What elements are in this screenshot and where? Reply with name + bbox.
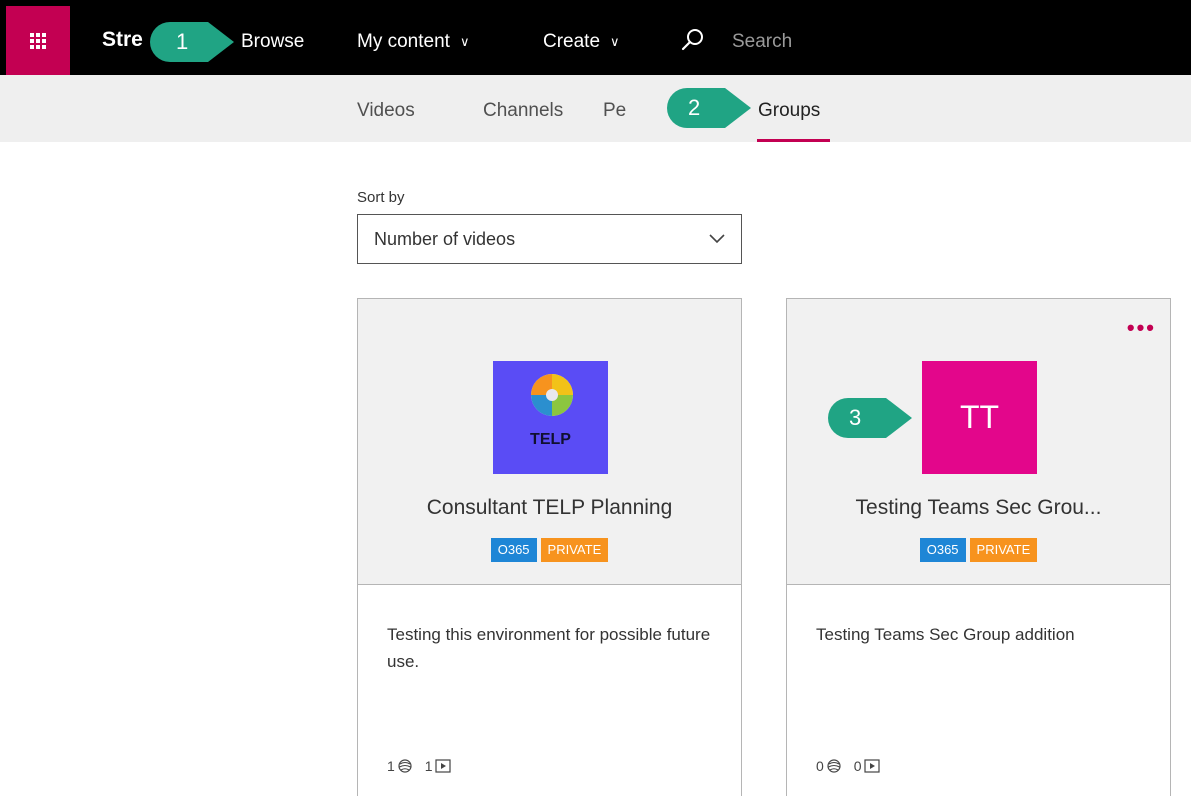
tab-groups[interactable]: Groups [758, 100, 820, 122]
group-badges: O365 PRIVATE [358, 538, 741, 562]
group-card-header: TELP Consultant TELP Planning O365 PRIVA… [358, 299, 741, 585]
chevron-down-icon: ∨ [459, 33, 470, 49]
group-badges: O365 PRIVATE [787, 538, 1170, 562]
callout-arrow-icon [828, 398, 912, 438]
callout-number: 2 [688, 95, 701, 120]
group-card-header: ••• TT Testing Teams Sec Grou... O365 PR… [787, 299, 1170, 585]
videos-stat: 0 [854, 758, 880, 774]
videos-count: 1 [424, 758, 433, 774]
channels-count: 0 [816, 758, 824, 774]
sub-navigation-bar [0, 75, 1191, 142]
o365-badge: O365 [919, 538, 966, 562]
videos-stat: 1 [425, 758, 451, 774]
chevron-down-icon [709, 234, 725, 244]
group-title[interactable]: Testing Teams Sec Grou... [787, 496, 1170, 520]
private-badge: PRIVATE [969, 538, 1038, 562]
channels-count: 1 [387, 758, 395, 774]
channels-stat: 0 [816, 758, 842, 774]
tab-people[interactable]: Pe [603, 100, 626, 122]
group-logo: TELP [493, 361, 608, 474]
tab-videos[interactable]: Videos [357, 100, 415, 122]
channels-icon [827, 759, 841, 773]
nav-create-label: Create [543, 31, 601, 52]
puzzle-globe-icon [531, 374, 573, 416]
group-title[interactable]: Consultant TELP Planning [358, 496, 741, 520]
nav-browse[interactable]: Browse [241, 31, 304, 53]
app-launcher-button[interactable] [6, 6, 70, 75]
sort-by-dropdown[interactable]: Number of videos [357, 214, 742, 264]
app-brand[interactable]: Stre [102, 28, 143, 52]
callout-step-2: 2 [665, 86, 753, 130]
private-badge: PRIVATE [540, 538, 609, 562]
callout-number: 1 [176, 29, 189, 54]
nav-browse-label: Browse [241, 31, 305, 52]
waffle-icon [30, 32, 46, 49]
video-icon [434, 759, 451, 773]
nav-my-content[interactable]: My content ∨ [357, 31, 469, 53]
nav-my-content-label: My content [357, 31, 450, 52]
group-logo-text: TELP [530, 431, 571, 448]
search-icon[interactable] [680, 27, 706, 53]
group-card[interactable]: ••• TT Testing Teams Sec Grou... O365 PR… [786, 298, 1171, 796]
o365-badge: O365 [490, 538, 537, 562]
callout-arrow-icon [667, 88, 751, 128]
callout-step-1: 1 [148, 20, 236, 64]
active-tab-indicator [757, 139, 830, 142]
chevron-down-icon: ∨ [610, 33, 620, 49]
more-options-icon[interactable]: ••• [1127, 317, 1156, 339]
callout-number: 3 [849, 405, 862, 430]
group-stats: 1 1 [387, 758, 463, 774]
search-input[interactable]: Search [732, 31, 792, 53]
group-description: Testing Teams Sec Group addition [816, 625, 1075, 644]
channels-stat: 1 [387, 758, 413, 774]
sort-by-label: Sort by [357, 189, 405, 206]
group-logo: TT [922, 361, 1037, 474]
video-icon [863, 759, 880, 773]
tab-channels[interactable]: Channels [483, 100, 563, 122]
videos-count: 0 [853, 758, 862, 774]
callout-arrow-icon [150, 22, 234, 62]
callout-step-3: 3 [826, 396, 914, 440]
nav-create[interactable]: Create ∨ [543, 31, 620, 53]
group-logo-initials: TT [959, 399, 1000, 435]
group-description: Testing this environment for possible fu… [387, 625, 711, 671]
group-stats: 0 0 [816, 758, 892, 774]
channels-icon [398, 759, 412, 773]
group-card[interactable]: TELP Consultant TELP Planning O365 PRIVA… [357, 298, 742, 796]
sort-by-selected-value: Number of videos [374, 229, 516, 249]
